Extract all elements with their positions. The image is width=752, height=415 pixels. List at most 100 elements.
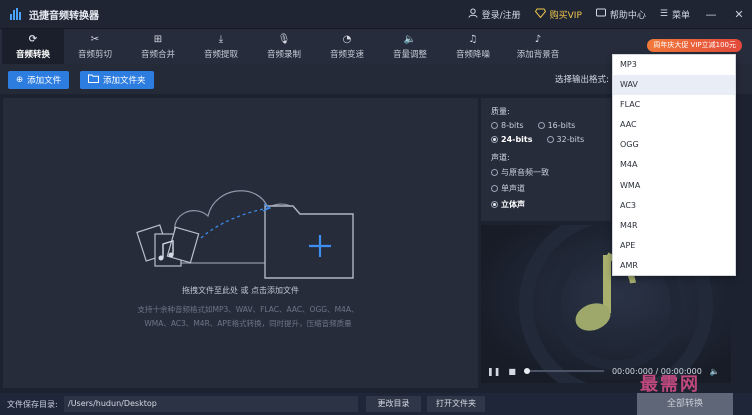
music-note-icon: ♪ [534, 33, 542, 45]
tab-volume-adjust[interactable]: 🔈 音量调整 [379, 29, 441, 65]
save-dir-field[interactable]: /Users/hudun/Desktop [64, 396, 358, 412]
save-dir-label: 文件保存目录: [7, 400, 58, 409]
quality-radio-8bits[interactable]: 8-bits [491, 121, 524, 130]
add-folder-button[interactable]: 添加文件夹 [80, 71, 154, 89]
quality-radio-24bits[interactable]: 24-bits [491, 135, 533, 144]
radio-label: 32-bits [556, 135, 585, 144]
channel-radio-original[interactable]: 与原音频一致 [491, 167, 549, 178]
radio-label: 16-bits [547, 121, 576, 130]
tab-label: 音频录制 [266, 49, 301, 60]
close-button[interactable]: ✕ [732, 8, 746, 21]
change-dir-button[interactable]: 更改目录 [366, 396, 421, 412]
refresh-icon: ⟳ [28, 33, 38, 45]
supported-formats-line2: WMA、AC3、M4R、APE格式转换，同时提升，压缩音频质量 [144, 319, 352, 328]
format-option-wma[interactable]: WMA [613, 176, 735, 196]
radio-label: 与原音频一致 [501, 168, 549, 177]
radio-icon [491, 169, 498, 176]
tab-noise-reduction[interactable]: ♫ 音频降噪 [442, 29, 504, 65]
promo-badge[interactable]: 周年庆大促 VIP立减100元 [647, 39, 742, 52]
menu-icon: ☰ [659, 9, 668, 19]
radio-icon [491, 122, 498, 129]
help-icon [595, 8, 606, 21]
progress-slider[interactable] [523, 368, 604, 374]
channel-radio-stereo[interactable]: 立体声 [491, 199, 525, 210]
format-option-amr[interactable]: AMR [613, 256, 735, 276]
supported-formats-line1: 支持十余种音频格式如MP3、WAV、FLAC、AAC、OGG、M4A、 [137, 305, 359, 314]
format-option-m4a[interactable]: M4A [613, 155, 735, 175]
extract-icon: ⤓ [218, 33, 224, 45]
pause-button[interactable]: ❚❚ [487, 367, 500, 376]
add-file-label: 添加文件 [27, 76, 62, 86]
tab-label: 音频降噪 [455, 49, 490, 60]
radio-icon [546, 136, 554, 143]
tab-label: 音频提取 [203, 49, 238, 60]
vip-diamond-icon [534, 8, 546, 21]
audio-settings-panel: 质量: 8-bits 16-bits 24-bits 32-bits 声道: 与… [481, 98, 611, 221]
vip-label: 购买VIP [549, 10, 582, 21]
login-label: 登录/注册 [481, 10, 521, 21]
stop-button[interactable]: ■ [508, 367, 516, 376]
format-option-ac3[interactable]: AC3 [613, 196, 735, 216]
speed-icon: ◔ [342, 33, 352, 45]
plus-circle-icon: ⊕ [16, 75, 24, 85]
radio-icon [537, 122, 545, 129]
noise-icon: ♫ [468, 33, 478, 45]
login-button[interactable]: 登录/注册 [468, 8, 521, 21]
tab-audio-speed[interactable]: ◔ 音频变速 [316, 29, 378, 65]
radio-icon [491, 185, 498, 192]
tab-audio-record[interactable]: 🎙 音频录制 [253, 29, 315, 65]
radio-label: 单声道 [501, 184, 525, 193]
drop-hint-text[interactable]: 拖拽文件至此处 或 点击添加文件 [3, 285, 478, 296]
add-file-button[interactable]: ⊕ 添加文件 [8, 71, 70, 89]
tab-label: 音频合并 [140, 49, 175, 60]
radio-label: 立体声 [501, 200, 525, 209]
radio-label: 24-bits [501, 135, 533, 144]
scissors-icon: ✂ [90, 33, 100, 45]
open-folder-button[interactable]: 打开文件夹 [427, 396, 485, 412]
folder-icon [88, 74, 99, 86]
speaker-icon[interactable]: 🔈 [710, 367, 720, 376]
file-drop-area[interactable]: 拖拽文件至此处 或 点击添加文件 支持十余种音频格式如MP3、WAV、FLAC、… [3, 98, 478, 388]
add-folder-label: 添加文件夹 [103, 76, 146, 86]
format-option-ape[interactable]: APE [613, 236, 735, 256]
minimize-button[interactable]: — [704, 8, 718, 21]
format-option-flac[interactable]: FLAC [613, 95, 735, 115]
format-option-aac[interactable]: AAC [613, 115, 735, 135]
tab-label: 音频剪切 [77, 49, 112, 60]
menu-label: 菜单 [671, 10, 690, 21]
supported-formats-text: 支持十余种音频格式如MP3、WAV、FLAC、AAC、OGG、M4A、 WMA、… [113, 303, 383, 331]
format-option-mp3[interactable]: MP3 [613, 55, 735, 75]
channel-radio-mono[interactable]: 单声道 [491, 183, 525, 194]
app-logo-icon [10, 8, 21, 20]
tab-label: 音量调整 [392, 49, 427, 60]
menu-button[interactable]: ☰ 菜单 [660, 8, 690, 21]
title-bar: 迅捷音频转换器 登录/注册 购买VIP 帮助中心 ☰ 菜单 — ✕ [0, 0, 752, 28]
radio-selected-icon [491, 201, 498, 208]
format-option-m4r[interactable]: M4R [613, 216, 735, 236]
tab-label: 添加背景音 [516, 49, 560, 60]
tab-audio-cut[interactable]: ✂ 音频剪切 [64, 29, 126, 65]
format-option-ogg[interactable]: OGG [613, 135, 735, 155]
tab-audio-convert[interactable]: ⟳ 音频转换 [2, 29, 64, 65]
radio-selected-icon [491, 136, 498, 143]
tab-label: 音频变速 [329, 49, 364, 60]
output-format-label: 选择输出格式: [555, 75, 609, 85]
help-label: 帮助中心 [609, 10, 646, 21]
format-option-wav[interactable]: WAV [613, 75, 735, 96]
radio-label: 8-bits [501, 121, 524, 130]
convert-all-button[interactable]: 全部转换 [637, 393, 733, 415]
drop-illustration-icon [136, 190, 354, 279]
watermark-logo: 最需网 [640, 374, 700, 395]
channel-label: 声道: [491, 153, 510, 162]
quality-radio-32bits[interactable]: 32-bits [546, 135, 585, 144]
user-icon [468, 8, 478, 21]
buy-vip-button[interactable]: 购买VIP [534, 8, 582, 21]
quality-radio-16bits[interactable]: 16-bits [537, 121, 576, 130]
microphone-icon: 🎙 [277, 33, 291, 45]
tab-add-background-music[interactable]: ♪ 添加背景音 [505, 29, 571, 65]
tab-audio-extract[interactable]: ⤓ 音频提取 [190, 29, 252, 65]
output-format-dropdown[interactable]: MP3 WAV FLAC AAC OGG M4A WMA AC3 M4R APE… [612, 54, 736, 276]
tab-audio-merge[interactable]: ⊞ 音频合并 [127, 29, 189, 65]
app-title: 迅捷音频转换器 [29, 10, 99, 22]
help-center-button[interactable]: 帮助中心 [595, 8, 646, 21]
